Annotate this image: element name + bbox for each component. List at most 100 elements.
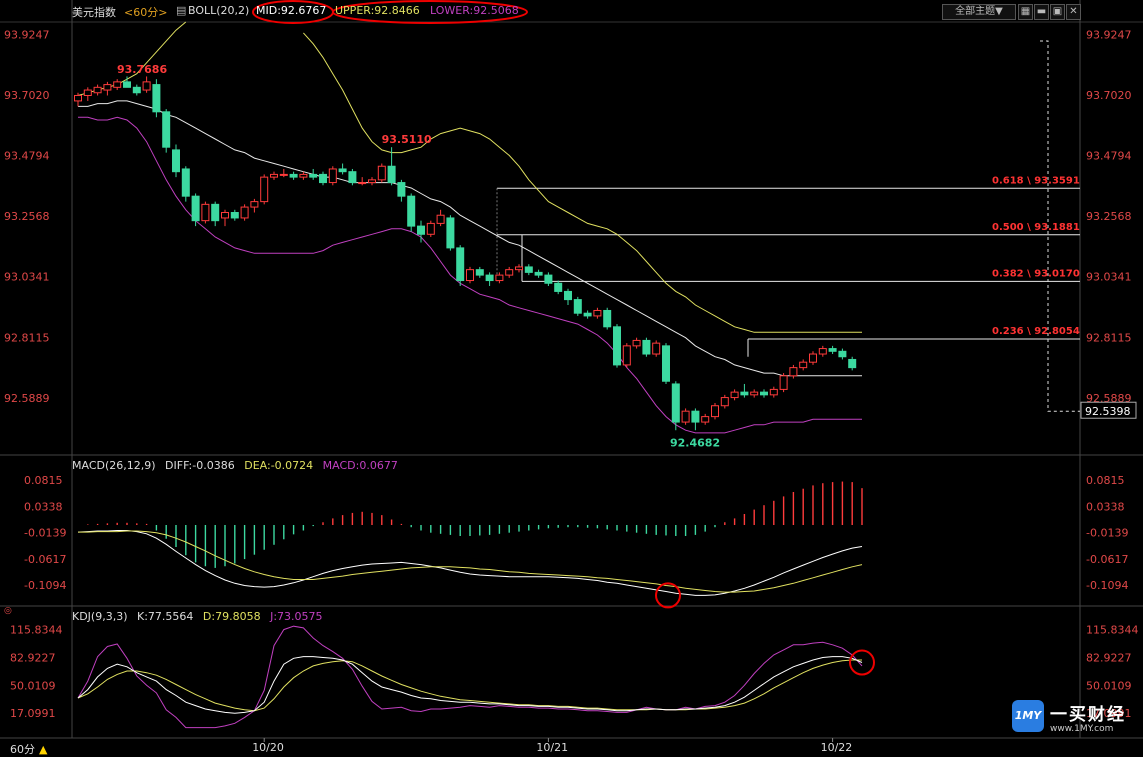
macd-tick-label-left: -0.0617: [24, 553, 66, 566]
candle-body: [515, 266, 523, 271]
close-icon[interactable]: ✕: [1066, 4, 1081, 20]
candle-body: [93, 86, 102, 94]
candle-body: [809, 353, 817, 363]
macd-tick-label-right: -0.0139: [1086, 527, 1128, 540]
candle-body: [544, 274, 553, 284]
candle-body: [671, 383, 680, 423]
candle-body: [446, 217, 455, 249]
candle-body: [779, 375, 788, 390]
boll-label: BOLL(20,2): [188, 4, 250, 17]
candle-body: [769, 388, 778, 396]
candle-body: [534, 271, 543, 276]
logo-text: 一买财经: [1050, 705, 1126, 725]
candle-body: [691, 410, 700, 423]
candle-body: [250, 201, 259, 208]
candle-body: [426, 222, 435, 235]
candle-body: [730, 391, 739, 399]
minimize-icon[interactable]: ▬: [1034, 4, 1049, 20]
candle-body: [299, 173, 308, 178]
kdj-d-value: D:79.8058: [202, 610, 261, 623]
brand-logo: 1MY 一买财经 www.1MY.com: [1012, 700, 1140, 744]
restore-icon[interactable]: ▣: [1050, 4, 1065, 20]
macd-tick-label-right: -0.0617: [1086, 553, 1128, 566]
price-annotation: 93.5110: [382, 133, 432, 146]
candle-body: [720, 397, 729, 407]
candle-body: [818, 348, 827, 355]
y-tick-label-left: 93.9247: [4, 28, 50, 41]
y-tick-label-left: 93.7020: [4, 89, 50, 102]
theme-button[interactable]: 全部主题▼: [942, 4, 1016, 20]
chart-canvas[interactable]: 93.9247 93.9247 93.7020 93.7020 93.4794 93.47…: [0, 0, 1143, 757]
candle-body: [828, 348, 837, 352]
settings-icon[interactable]: ▤: [176, 4, 186, 17]
macd-tick-label-left: -0.0139: [24, 527, 66, 540]
macd-tick-label-left: -0.1094: [24, 579, 66, 592]
candle-body: [456, 247, 465, 282]
candle-body: [338, 168, 347, 173]
y-tick-label-left: 92.5889: [4, 392, 50, 405]
y-tick-label-right: 93.7020: [1086, 89, 1132, 102]
candle-body: [740, 391, 749, 396]
candle-body: [201, 203, 210, 222]
candle-body: [221, 212, 229, 219]
candle-body: [417, 225, 425, 235]
y-tick-label-right: 93.4794: [1086, 150, 1132, 163]
mid-value: MID:92.6767: [256, 4, 327, 17]
period-tab-label: 60分: [10, 743, 35, 756]
candle-body: [485, 274, 494, 282]
fib-level-label: 0.618 \ 93.3591: [992, 175, 1080, 186]
candle-body: [319, 173, 327, 184]
macd-tick-label-right: 0.0338: [1086, 500, 1125, 513]
x-tick-label: 10/21: [536, 741, 568, 754]
symbol-title: 美元指数: [72, 6, 116, 19]
period-tab[interactable]: 60分 ▲: [10, 741, 47, 757]
candle-body: [711, 405, 719, 418]
y-tick-label-right: 93.2568: [1086, 210, 1132, 223]
highlight-circle: [849, 649, 875, 676]
kdj-marker-icon[interactable]: ◎: [4, 606, 12, 616]
upper-value: UPPER:92.8466: [335, 4, 420, 17]
candle-body: [603, 309, 612, 328]
candle-body: [113, 81, 122, 88]
kdj-tick-label-right: 115.8344: [1086, 624, 1139, 637]
candle-body: [152, 84, 161, 113]
y-tick-label-right: 93.9247: [1086, 28, 1132, 41]
candle-body: [613, 326, 621, 366]
candle-body: [848, 358, 857, 369]
current-price-label: 92.5398: [1085, 405, 1131, 418]
macd-tick-label-left: 0.0815: [24, 474, 63, 487]
y-tick-label-right: 92.8115: [1086, 331, 1132, 344]
kdj-j-value: J:73.0575: [270, 610, 323, 623]
period-label: <60分>: [124, 6, 168, 19]
kdj-title: KDJ(9,3,3): [72, 610, 128, 623]
candle-body: [475, 269, 484, 276]
candle-body: [407, 195, 416, 227]
x-tick-label: 10/22: [821, 741, 853, 754]
candle-body: [681, 410, 690, 423]
fib-level-label: 0.236 \ 92.8054: [992, 326, 1080, 337]
y-tick-label-left: 92.8115: [4, 331, 50, 344]
kdj-tick-label-left: 82.9227: [10, 652, 56, 665]
candle-body: [83, 89, 92, 96]
candle-body: [750, 391, 759, 396]
candle-body: [240, 206, 249, 219]
kdj-tick-label-right: 50.0109: [1086, 679, 1132, 692]
candle-body: [662, 345, 670, 382]
fib-level-label: 0.382 \ 93.0170: [992, 268, 1080, 279]
candle-body: [377, 165, 386, 181]
candle-body: [564, 290, 572, 301]
candle-body: [123, 81, 131, 88]
candle-body: [142, 81, 151, 91]
candle-body: [230, 212, 239, 219]
y-tick-label-left: 93.0341: [4, 271, 50, 284]
y-tick-label-left: 93.2568: [4, 210, 50, 223]
candle-body: [838, 350, 847, 358]
highlight-circle: [655, 582, 681, 609]
kdj-j-line: [77, 625, 863, 729]
layout-icon[interactable]: ▦: [1018, 4, 1033, 20]
candle-body: [132, 86, 141, 94]
macd-tick-label-right: -0.1094: [1086, 579, 1128, 592]
kdj-tick-label-left: 115.8344: [10, 624, 63, 637]
candle-body: [583, 312, 592, 317]
candle-body: [622, 345, 631, 366]
